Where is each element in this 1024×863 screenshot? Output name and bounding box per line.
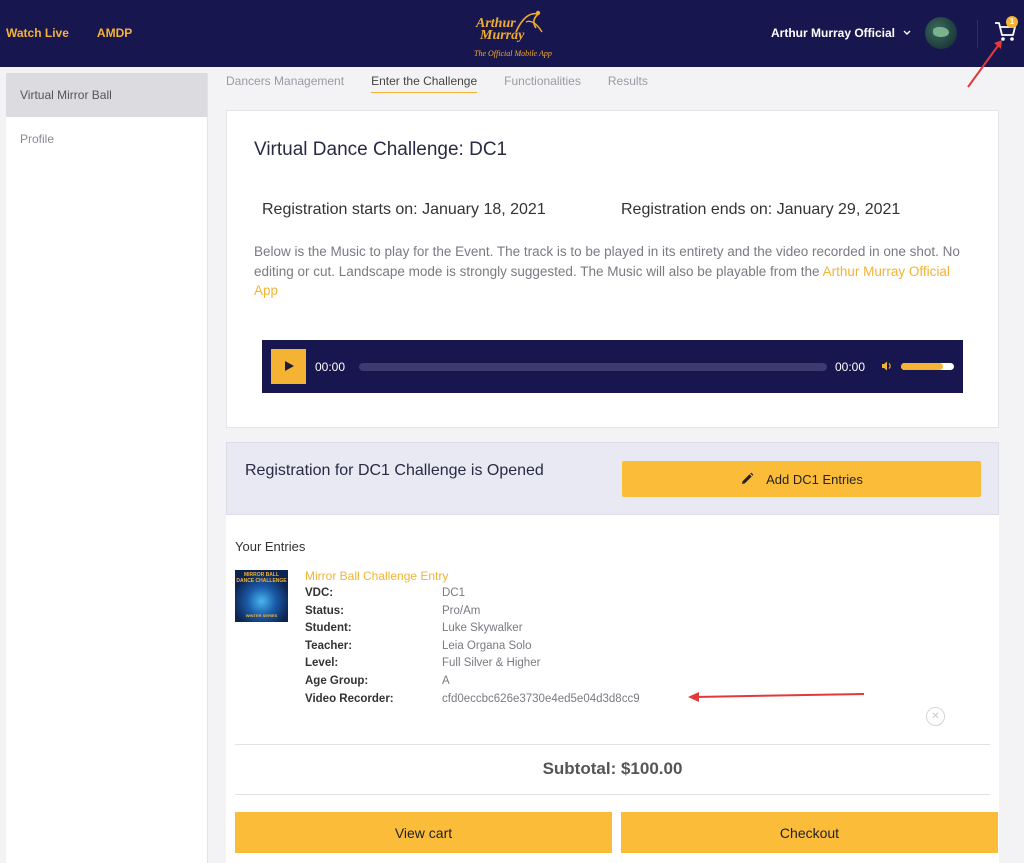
entries-title: Your Entries bbox=[235, 539, 306, 554]
logo-tagline: The Official Mobile App bbox=[474, 49, 552, 58]
top-navigation-bar: Watch Live AMDP Arthur Murray The Offici… bbox=[0, 0, 1024, 67]
registration-banner: Registration for DC1 Challenge is Opened… bbox=[226, 442, 999, 515]
nav-amdp-link[interactable]: AMDP bbox=[97, 26, 132, 40]
entry-details: VDC: DC1 Status: Pro/Am Student: Luke Sk… bbox=[305, 587, 725, 710]
detail-key: Age Group: bbox=[305, 674, 369, 687]
play-button[interactable] bbox=[271, 349, 306, 384]
detail-row-video-recorder: Video Recorder: cfd0eccbc626e3730e4ed5e0… bbox=[305, 693, 725, 711]
top-nav: Watch Live AMDP bbox=[6, 26, 132, 40]
thumbnail-subtitle: WINTER SERIES bbox=[245, 613, 278, 618]
annotation-arrow-icon bbox=[967, 40, 1002, 88]
detail-value: Pro/Am bbox=[442, 604, 481, 617]
challenge-description: Below is the Music to play for the Event… bbox=[254, 242, 964, 301]
tab-dancers-management[interactable]: Dancers Management bbox=[226, 74, 344, 93]
detail-row-age-group: Age Group: A bbox=[305, 675, 725, 693]
audio-player: 00:00 00:00 bbox=[262, 340, 963, 393]
detail-key: Teacher: bbox=[305, 639, 353, 652]
arthur-murray-logo[interactable]: Arthur Murray The Official Mobile App bbox=[468, 8, 558, 60]
volume-level bbox=[901, 363, 944, 370]
detail-key: Status: bbox=[305, 604, 344, 617]
pencil-icon bbox=[742, 472, 754, 484]
thumbnail-title: MIRROR BALL DANCE CHALLENGE bbox=[236, 572, 287, 584]
challenge-title: Virtual Dance Challenge: DC1 bbox=[254, 139, 508, 160]
avatar[interactable] bbox=[925, 17, 957, 49]
detail-key: Student: bbox=[305, 622, 352, 635]
detail-value: cfd0eccbc626e3730e4ed5e04d3d8cc9 bbox=[442, 692, 640, 705]
detail-row-student: Student: Luke Skywalker bbox=[305, 622, 725, 640]
challenge-tabs: Dancers Management Enter the Challenge F… bbox=[226, 74, 648, 93]
tab-enter-the-challenge[interactable]: Enter the Challenge bbox=[371, 74, 478, 93]
registration-end: Registration ends on: January 29, 2021 bbox=[621, 201, 901, 218]
detail-key: Level: bbox=[305, 657, 339, 670]
view-cart-button[interactable]: View cart bbox=[235, 812, 612, 853]
nav-watch-live-link[interactable]: Watch Live bbox=[6, 26, 69, 40]
current-time: 00:00 bbox=[315, 360, 346, 374]
add-entries-button[interactable]: Add DC1 Entries bbox=[622, 461, 981, 497]
detail-row-teacher: Teacher: Leia Organa Solo bbox=[305, 640, 725, 658]
subtotal: Subtotal: $100.00 bbox=[542, 759, 683, 778]
detail-key: VDC: bbox=[305, 587, 334, 599]
registration-status: Registration for DC1 Challenge is Opened bbox=[245, 462, 544, 479]
user-name: Arthur Murray Official bbox=[771, 26, 896, 40]
detail-key: Video Recorder: bbox=[305, 692, 394, 705]
sidebar-item-virtual-mirror-ball[interactable]: Virtual Mirror Ball bbox=[6, 73, 207, 117]
remove-entry-close-icon[interactable]: ✕ bbox=[926, 707, 945, 726]
divider bbox=[235, 744, 990, 745]
duration-time: 00:00 bbox=[835, 360, 866, 374]
challenge-card: Virtual Dance Challenge: DC1 Registratio… bbox=[226, 110, 999, 428]
audio-progress-track[interactable] bbox=[359, 363, 827, 371]
detail-value: DC1 bbox=[442, 587, 466, 599]
tab-results[interactable]: Results bbox=[608, 74, 648, 93]
annotation-arrow-icon bbox=[688, 692, 865, 702]
detail-value: Leia Organa Solo bbox=[442, 639, 532, 652]
detail-row-vdc: VDC: DC1 bbox=[305, 587, 725, 605]
volume-icon[interactable] bbox=[881, 360, 893, 372]
logo-word-2: Murray bbox=[480, 28, 525, 43]
registration-start: Registration starts on: January 18, 2021 bbox=[262, 201, 546, 218]
add-entries-label: Add DC1 Entries bbox=[766, 471, 863, 487]
cart-count-badge: 1 bbox=[1006, 16, 1018, 28]
user-menu[interactable]: Arthur Murray Official bbox=[771, 26, 911, 40]
volume-slider[interactable] bbox=[901, 363, 954, 370]
entries-card: Your Entries MIRROR BALL DANCE CHALLENGE… bbox=[226, 515, 999, 863]
detail-value: Luke Skywalker bbox=[442, 622, 523, 635]
detail-value: A bbox=[442, 674, 450, 687]
detail-row-status: Status: Pro/Am bbox=[305, 605, 725, 623]
detail-value: Full Silver & Higher bbox=[442, 657, 541, 670]
divider bbox=[235, 794, 990, 795]
sidebar-item-profile[interactable]: Profile bbox=[6, 117, 207, 160]
sidebar: Virtual Mirror Ball Profile bbox=[6, 73, 208, 863]
checkout-button[interactable]: Checkout bbox=[621, 812, 998, 853]
detail-row-level: Level: Full Silver & Higher bbox=[305, 657, 725, 675]
chevron-down-icon bbox=[903, 30, 911, 35]
entry-name-link[interactable]: Mirror Ball Challenge Entry bbox=[305, 569, 448, 583]
tab-functionalities[interactable]: Functionalities bbox=[504, 74, 581, 93]
entry-thumbnail: MIRROR BALL DANCE CHALLENGE WINTER SERIE… bbox=[235, 570, 288, 622]
